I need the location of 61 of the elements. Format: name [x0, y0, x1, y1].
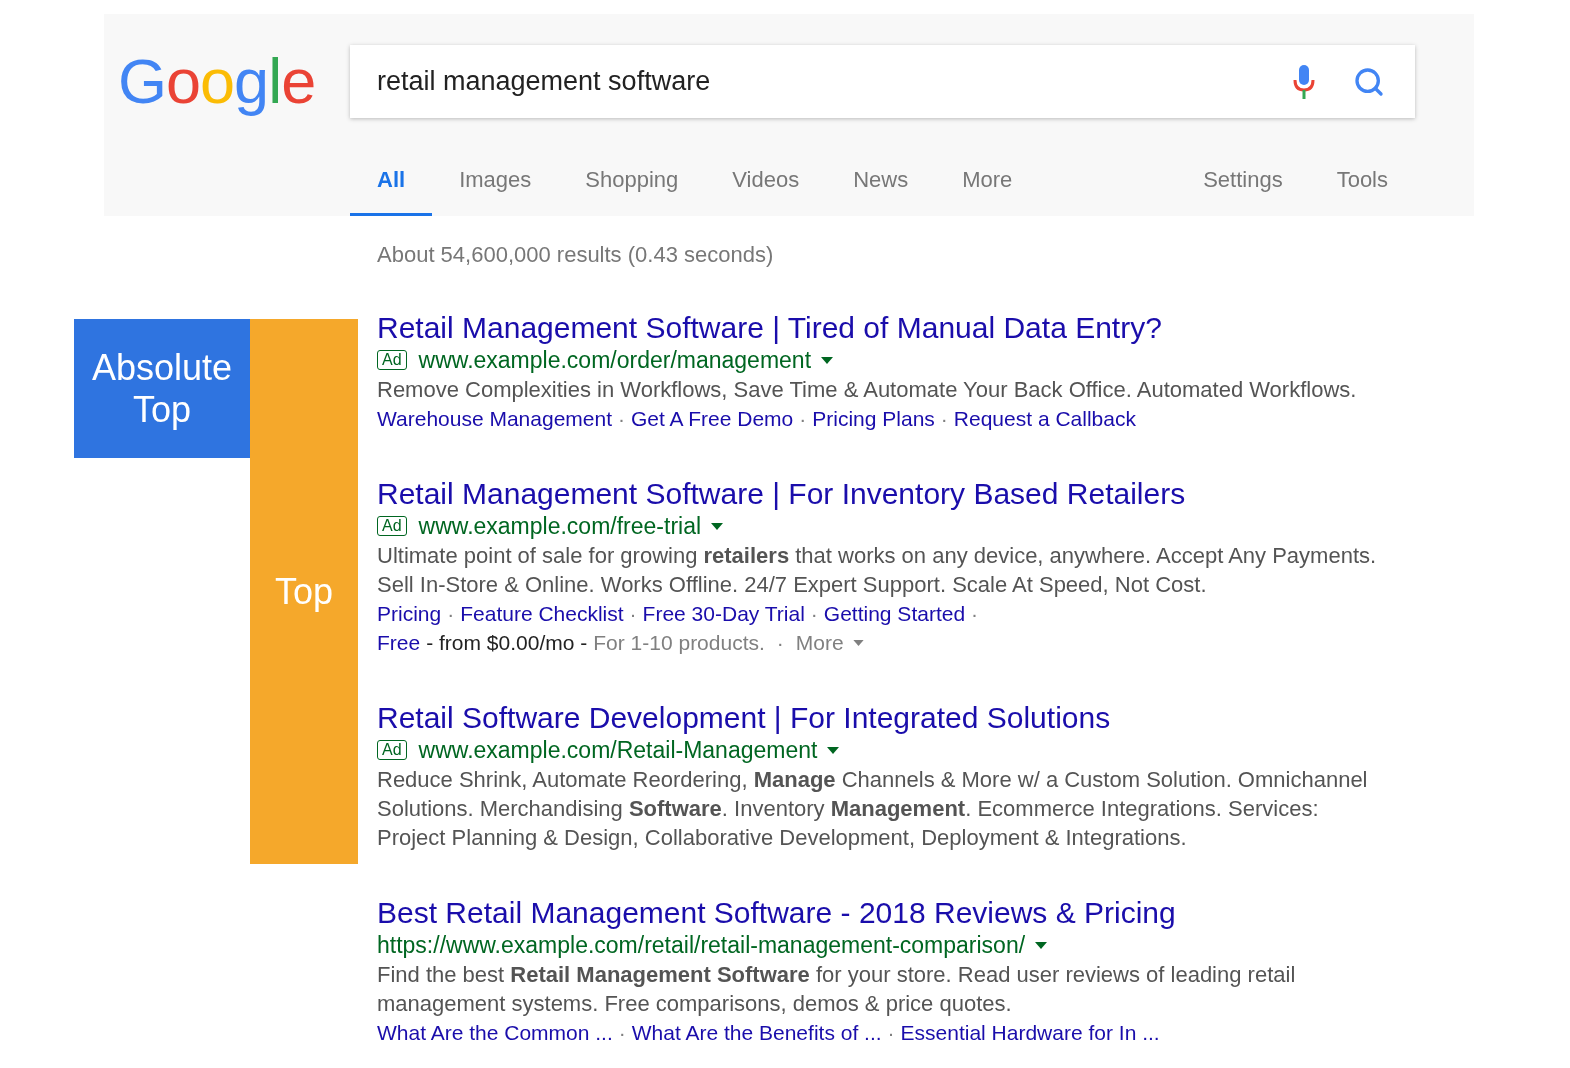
ad-label: Ad: [377, 740, 407, 760]
sitelink[interactable]: What Are the Benefits of ...: [631, 1018, 882, 1047]
search-box[interactable]: retail management software: [350, 45, 1415, 118]
result-title[interactable]: Retail Software Development | For Integrated Solutions: [377, 701, 1387, 735]
separator-dot: ·: [618, 1020, 626, 1046]
dropdown-caret-icon[interactable]: [711, 522, 724, 530]
ad-label: Ad: [377, 350, 407, 370]
search-tab[interactable]: Videos: [705, 145, 827, 216]
sitelink[interactable]: What Are the Common ...: [377, 1018, 613, 1047]
separator-dot: ·: [940, 406, 948, 432]
dropdown-caret-icon[interactable]: [827, 746, 840, 754]
separator-dot: ·: [810, 601, 818, 627]
sitelink[interactable]: Warehouse Management: [377, 404, 613, 433]
search-tab[interactable]: Tools: [1309, 145, 1415, 216]
separator-dot: ·: [887, 1020, 895, 1046]
result-title[interactable]: Best Retail Management Software - 2018 Reviews & Pricing: [377, 896, 1387, 930]
result-description: Ultimate point of sale for growing retailers that works on any device, anywhere. Accept Any Payments. Sell In-Store & Online. Works Offline. 24/7 Expert Support. Scale At Speed, Not Cost.: [377, 542, 1378, 599]
result-title[interactable]: Retail Management Software | For Inventory Based Retailers: [377, 477, 1387, 511]
result-url: www.example.com/free-trial: [418, 511, 702, 541]
separator-dot: ·: [618, 406, 626, 432]
search-field[interactable]: retail management software: [377, 61, 1293, 102]
price-text: - from $0.00/mo -: [426, 630, 588, 656]
separator-dot: ·: [776, 630, 784, 656]
separator-dot: ·: [799, 406, 807, 432]
absolute-top-annotation: Absolute Top: [74, 319, 250, 458]
separator-dot: ·: [447, 601, 455, 627]
price-link[interactable]: Free: [377, 628, 421, 657]
sitelink[interactable]: Pricing Plans: [812, 404, 935, 433]
ad-label: Ad: [377, 516, 407, 536]
result-description: Find the best Retail Management Software for your store. Read user reviews of leading retail management systems. Free comparisons, demos & price quotes.: [377, 961, 1297, 1018]
more-text[interactable]: More: [795, 628, 844, 657]
result-description: Reduce Shrink, Automate Reordering, Manage Channels & More w/ a Custom Solution. Omnichannel Solutions. Merchandising Software. Inventory Management. Ecommerce Integrations. Services: Project Planning & Design, Collaborative Development, Deployment & Integrations.: [377, 766, 1369, 852]
search-tab[interactable]: Settings: [1176, 145, 1310, 216]
result-description: Remove Complexities in Workflows, Save Time & Automate Your Back Office. Automated Workflows.: [377, 376, 1358, 404]
sitelink[interactable]: Feature Checklist: [460, 599, 624, 628]
search-tab[interactable]: News: [826, 145, 936, 216]
result-url: www.example.com/Retail-Management: [418, 735, 818, 765]
separator-dot: ·: [629, 601, 637, 627]
results-count: About 54,600,000 results (0.43 seconds): [377, 241, 775, 269]
search-tab[interactable]: Shopping: [558, 145, 706, 216]
search-icon[interactable]: [1353, 65, 1385, 98]
sitelink[interactable]: Free 30-Day Trial: [642, 599, 805, 628]
sitelink[interactable]: Request a Callback: [953, 404, 1136, 433]
search-tab[interactable]: More: [935, 145, 1040, 216]
logo[interactable]: Google: [104, 45, 350, 118]
dropdown-caret-icon[interactable]: [1035, 941, 1048, 949]
dropdown-caret-icon[interactable]: [821, 356, 834, 364]
sitelink[interactable]: Get A Free Demo: [631, 404, 794, 433]
result-url: https://www.example.com/retail/retail-management-comparison/: [377, 930, 1026, 960]
result-title[interactable]: Retail Management Software | Tired of Manual Data Entry?: [377, 311, 1387, 345]
separator-dot: ·: [971, 601, 979, 627]
search-tab[interactable]: All: [350, 145, 433, 216]
microphone-icon[interactable]: [1293, 64, 1315, 99]
top-annotation: Top: [250, 319, 358, 864]
dropdown-caret-icon[interactable]: [852, 639, 864, 646]
search-tab[interactable]: Images: [432, 145, 559, 216]
price-text: For 1-10 products.: [593, 630, 765, 656]
result-url: www.example.com/order/management: [418, 345, 812, 375]
sitelink[interactable]: Pricing: [377, 599, 442, 628]
sitelink[interactable]: Getting Started: [823, 599, 966, 628]
sitelink[interactable]: Essential Hardware for In ...: [900, 1018, 1160, 1047]
